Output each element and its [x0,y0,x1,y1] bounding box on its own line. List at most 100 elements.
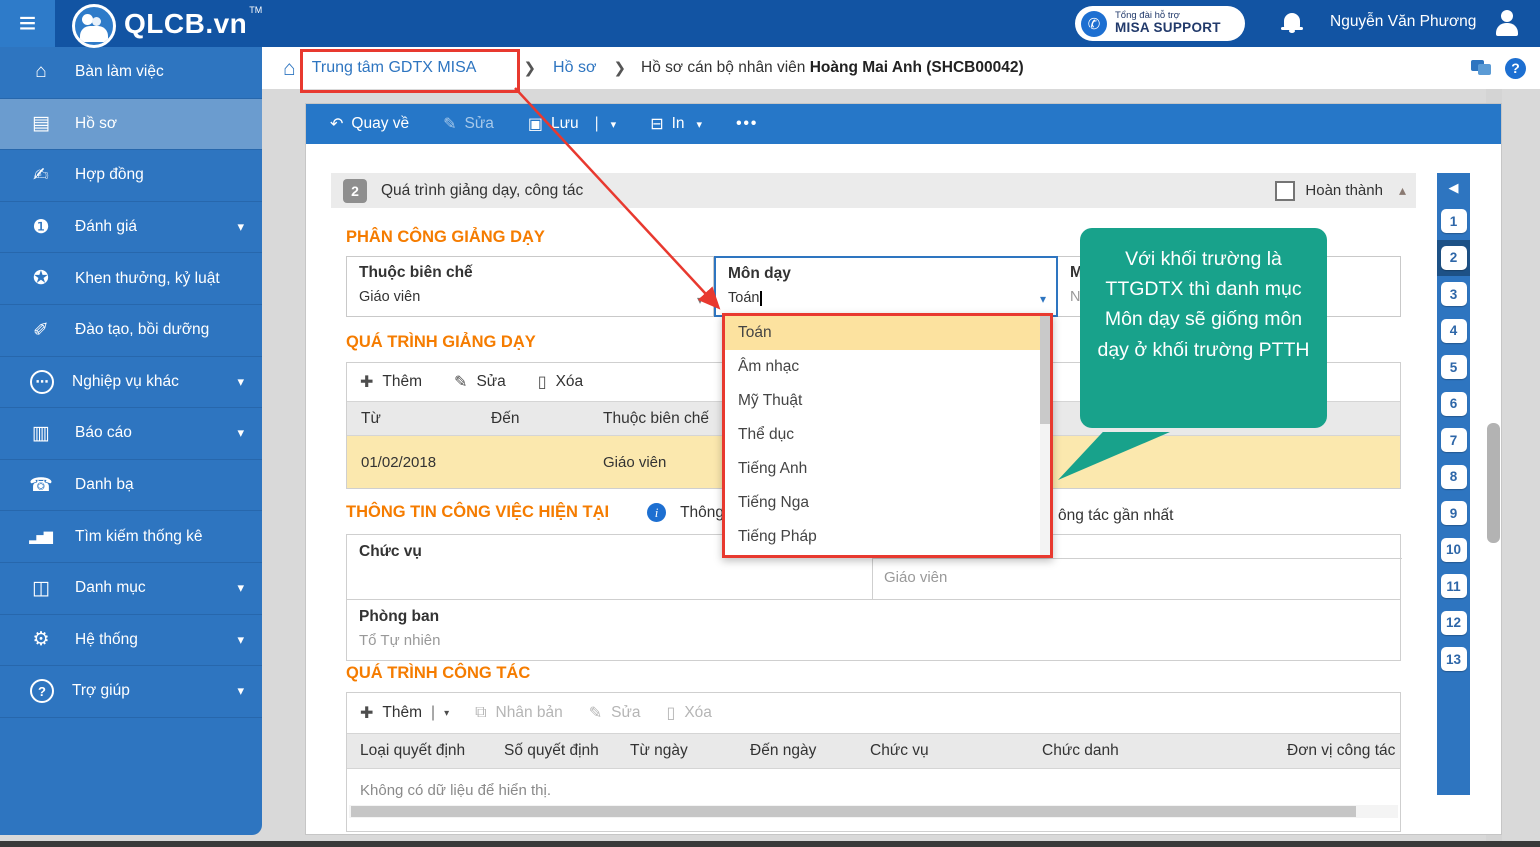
dropdown-option[interactable]: Toán [725,316,1050,350]
column-header[interactable]: Số quyết định [504,742,630,760]
sidebar-item-hop-dong[interactable]: ✍ Hợp đồng [0,150,262,202]
sidebar-item-danh-ba[interactable]: ☎ Danh bạ [0,460,262,512]
print-button[interactable]: ⊟ In ▾ [650,114,702,134]
edit-row-button[interactable]: ✎ Sửa [589,703,641,723]
record-toolbar: ↶ Quay về ✎ Sửa ▣ Lưu | ▾ ⊟ In ▾ ••• [306,104,1501,144]
dropdown-option[interactable]: Tiếng Nga [725,486,1050,520]
feedback-chat-icon[interactable] [1471,60,1491,76]
sidebar-item-dao-tao-boi-duong[interactable]: ✐ Đào tạo, bồi dưỡng [0,305,262,357]
misa-support-badge[interactable]: ✆ Tổng đài hỗ trợ MISA SUPPORT [1075,6,1245,41]
column-header[interactable]: Đến [491,410,603,428]
step-button-1[interactable]: 1 [1441,209,1467,233]
trophy-icon: ✪ [23,267,57,290]
step-button-9[interactable]: 9 [1441,501,1467,525]
breadcrumb-separator-icon: ❯ [523,59,536,77]
column-header[interactable]: Đến ngày [750,742,870,760]
position-hint-cell: Giáo viên [872,558,1402,599]
step-button-5[interactable]: 5 [1441,355,1467,379]
scrollbar-thumb[interactable] [351,806,1356,817]
dropdown-option[interactable]: Âm nhạc [725,350,1050,384]
step-button-3[interactable]: 3 [1441,282,1467,306]
department-field[interactable]: Phòng ban Tổ Tự nhiên [347,599,1400,662]
scrollbar-thumb[interactable] [1040,316,1050,424]
chevron-down-icon[interactable]: ▾ [697,293,703,307]
edit-button[interactable]: ✎ Sửa [443,114,494,134]
step-button-11[interactable]: 11 [1441,574,1467,598]
edit-row-button[interactable]: ✎ Sửa [454,372,506,392]
sidebar-item-tro-giup[interactable]: ? Trợ giúp ▾ [0,666,262,718]
breadcrumb-home-icon[interactable]: ⌂ [283,58,296,79]
back-icon: ↶ [330,114,343,134]
step-button-2[interactable]: 2 [1441,246,1467,270]
chevron-down-icon[interactable]: ▾ [697,118,703,131]
dropdown-option[interactable]: Tiếng Anh [725,452,1050,486]
sidebar-item-nghiep-vu-khac[interactable]: ⋯ Nghiệp vụ khác ▾ [0,357,262,409]
column-header[interactable]: Chức danh [1042,742,1287,760]
section-header: 2 Quá trình giảng dạy, công tác Hoàn thà… [331,173,1416,208]
dropdown-scrollbar[interactable] [1040,316,1050,555]
dropdown-option[interactable]: Mỹ Thuật [725,384,1050,418]
logo-trademark: TM [249,5,262,15]
complete-checkbox[interactable] [1275,181,1295,201]
dropdown-option[interactable]: Thể dục [725,418,1050,452]
sidebar-item-khen-thuong-ky-luat[interactable]: ✪ Khen thưởng, kỷ luật [0,253,262,305]
delete-row-button[interactable]: ▯ Xóa [538,372,583,392]
step-button-10[interactable]: 10 [1441,538,1467,562]
sidebar-item-tim-kiem-thong-ke[interactable]: ▂▅▇ Tìm kiếm thống kê [0,511,262,563]
column-header[interactable]: Chức vụ [870,742,1042,760]
delete-row-button[interactable]: ▯ Xóa [667,703,712,723]
plus-icon: ✚ [360,703,373,723]
pencil-icon: ✎ [443,114,456,134]
chevron-down-icon[interactable]: ▾ [444,708,449,719]
chevron-down-icon[interactable]: ▾ [611,118,617,131]
work-history-table: ✚ Thêm | ▾ ⧉ Nhân bản ✎ Sửa ▯ Xóa Loại q… [346,692,1401,832]
breadcrumb-school-link[interactable]: Trung tâm GDTX MISA [312,59,477,77]
dropdown-option[interactable]: Tiếng Pháp [725,520,1050,554]
mon-day-field[interactable]: Môn dạy Toán ▾ [714,256,1058,317]
breadcrumb-hoso-link[interactable]: Hồ sơ [553,59,596,77]
bien-che-field[interactable]: Thuộc biên chế Giáo viên ▾ [346,256,714,317]
horizontal-scrollbar[interactable] [349,805,1398,818]
notification-bell-icon[interactable] [1284,13,1300,28]
column-header[interactable]: Loại quyết định [347,742,504,760]
collapse-panel-icon[interactable]: ◀ [1437,173,1470,203]
more-actions-button[interactable]: ••• [736,115,758,133]
sidebar-item-ban-lam-viec[interactable]: ⌂ Bàn làm việc [0,47,262,99]
contacts-icon: ☎ [23,474,57,497]
add-button[interactable]: ✚ Thêm | ▾ [360,703,449,723]
sidebar-item-danh-gia[interactable]: ❶ Đánh giá ▾ [0,202,262,254]
hamburger-menu-icon[interactable]: ≡ [0,0,55,47]
chevron-down-icon[interactable]: ▾ [1040,292,1046,306]
screen-bottom-edge [0,841,1540,847]
column-header[interactable]: Thuộc biên chế [603,410,709,428]
column-header[interactable]: Đơn vị công tác [1287,742,1395,760]
back-button[interactable]: ↶ Quay về [330,114,409,134]
user-name[interactable]: Nguyễn Văn Phương [1330,13,1476,31]
step-button-4[interactable]: 4 [1441,319,1467,343]
user-avatar-icon[interactable] [1492,8,1522,38]
column-header[interactable]: Từ [347,410,491,428]
add-button[interactable]: ✚ Thêm [360,372,422,392]
step-button-6[interactable]: 6 [1441,392,1467,416]
help-icon[interactable]: ? [1505,58,1526,79]
sidebar-item-bao-cao[interactable]: ▥ Báo cáo ▾ [0,408,262,460]
save-button[interactable]: ▣ Lưu | ▾ [528,114,616,134]
step-button-7[interactable]: 7 [1441,428,1467,452]
column-header[interactable]: Từ ngày [630,742,750,760]
step-button-13[interactable]: 13 [1441,647,1467,671]
duplicate-button[interactable]: ⧉ Nhân bản [475,704,563,722]
pencil-icon: ✎ [589,703,602,723]
step-button-8[interactable]: 8 [1441,465,1467,489]
chevron-down-icon: ▾ [237,632,244,648]
breadcrumb: ⌂ Trung tâm GDTX MISA ❯ Hồ sơ ❯ Hồ sơ cá… [262,47,1540,89]
chevron-down-icon: ▾ [237,374,244,390]
step-button-12[interactable]: 12 [1441,611,1467,635]
sidebar-item-ho-so[interactable]: ▤ Hồ sơ [0,99,262,151]
collapse-up-icon[interactable]: ▴ [1399,182,1406,199]
medal-icon: ❶ [23,216,57,239]
sidebar-item-he-thong[interactable]: ⚙ Hệ thống ▾ [0,615,262,667]
more-services-icon: ⋯ [30,370,54,394]
text-cursor [760,291,762,306]
page-scrollbar-thumb[interactable] [1487,423,1500,543]
sidebar-item-danh-muc[interactable]: ◫ Danh mục ▾ [0,563,262,615]
